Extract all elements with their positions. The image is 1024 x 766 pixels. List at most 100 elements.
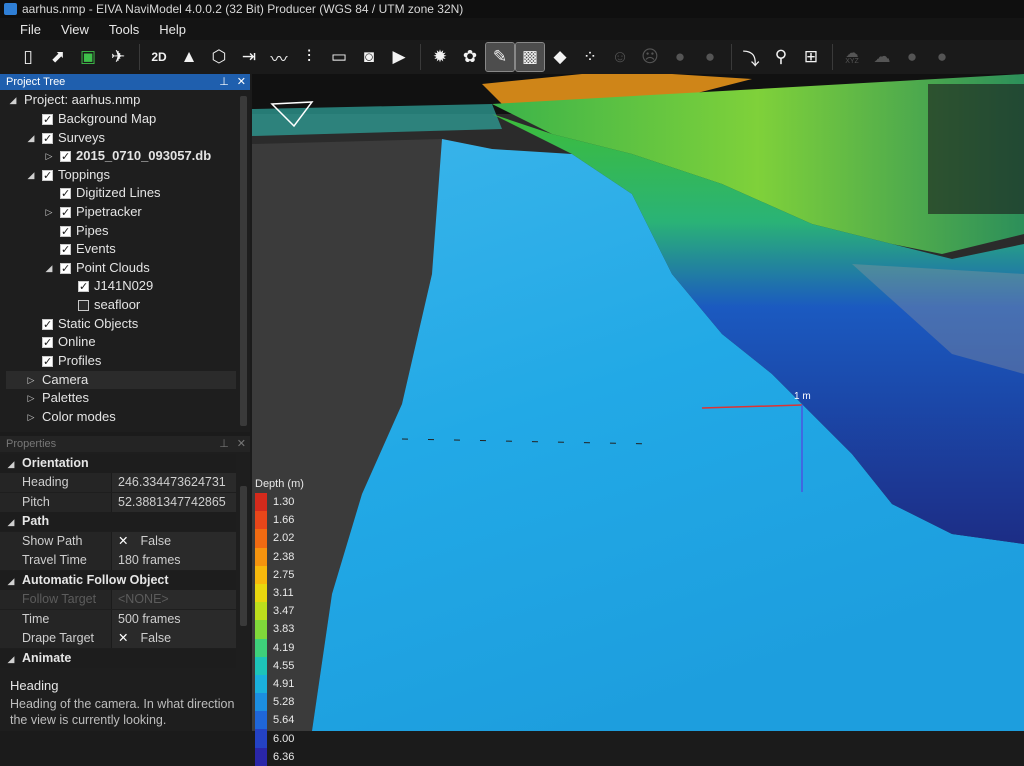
close-icon[interactable]: ✕ (237, 438, 246, 450)
expand-arrow-icon[interactable]: ◢ (44, 259, 54, 277)
properties-scrollbar[interactable] (240, 486, 247, 626)
menu-file[interactable]: File (0, 22, 51, 37)
north-arrow-icon[interactable]: ▲ (175, 43, 203, 71)
property-drape-target[interactable]: Drape Target ✕ False (0, 629, 236, 648)
checkbox[interactable] (60, 223, 71, 241)
property-value[interactable]: ✕ False (112, 629, 236, 648)
brush-icon[interactable]: ✎ (485, 42, 515, 72)
checkbox[interactable] (60, 260, 71, 278)
palette-icon[interactable]: ✿ (456, 43, 484, 71)
add-frame-icon[interactable]: ⊞ (797, 43, 825, 71)
expand-arrow-icon[interactable]: ◢ (6, 650, 16, 669)
camera-icon[interactable]: ◙ (355, 43, 383, 71)
save-icon[interactable]: ▣ (74, 43, 102, 71)
import-icon[interactable]: ⇥ (235, 43, 263, 71)
face-sad-icon[interactable]: ☹ (636, 43, 664, 71)
cloud-xyz-icon[interactable]: ☁ XYZ (838, 43, 866, 71)
tree-item-camera[interactable]: ▷ Camera (6, 371, 236, 389)
collapse-arrow-icon[interactable]: ▷ (26, 371, 36, 389)
drop-icon[interactable]: ◆ (546, 43, 574, 71)
checkbox[interactable] (42, 111, 53, 129)
category-orientation[interactable]: ◢ Orientation (0, 454, 236, 473)
property-value[interactable]: 246.334473624731 (112, 473, 236, 492)
tree-item-pipes[interactable]: Pipes (60, 222, 109, 241)
tree-item-online[interactable]: Online (42, 333, 96, 352)
satellite-icon[interactable]: ✈ (104, 43, 132, 71)
dot-plus-2-icon[interactable]: ● (898, 43, 926, 71)
checkbox[interactable] (78, 278, 89, 296)
face-icon[interactable]: ☺ (606, 43, 634, 71)
property-value[interactable]: 180 frames (112, 551, 236, 570)
checkbox[interactable] (60, 185, 71, 203)
tree-item-toppings[interactable]: ◢ Toppings (26, 166, 111, 185)
checkbox[interactable] (60, 241, 71, 259)
checkbox[interactable] (42, 316, 53, 334)
property-heading[interactable]: Heading 246.334473624731 (0, 473, 236, 492)
property-value[interactable]: 52.3881347742865 (112, 493, 236, 512)
tree-item-background-map[interactable]: Background Map (42, 110, 156, 129)
checkbox[interactable] (42, 353, 53, 371)
tree-item-project[interactable]: ◢ Project: aarhus.nmp (8, 91, 141, 109)
new-file-icon[interactable]: ▯ (14, 43, 42, 71)
pin-icon[interactable]: ⚲ (767, 43, 795, 71)
gradient-icon[interactable]: ▩ (515, 42, 545, 72)
tree-item-surveys[interactable]: ◢ Surveys (26, 129, 105, 148)
menu-help[interactable]: Help (149, 22, 196, 37)
property-value[interactable]: ✕ False (112, 532, 236, 551)
checkbox[interactable] (42, 130, 53, 148)
category-path[interactable]: ◢ Path (0, 512, 236, 531)
expand-arrow-icon[interactable]: ◢ (6, 513, 16, 532)
3d-viewport[interactable] (252, 74, 1024, 731)
tree-item-j141n029[interactable]: J141N029 (78, 277, 153, 296)
collapse-arrow-icon[interactable]: ▷ (26, 408, 36, 426)
tree-item-seafloor[interactable]: seafloor (78, 296, 140, 314)
pin-panel-icon[interactable]: ⊥ (219, 438, 229, 450)
dot-minus-2-icon[interactable]: ● (928, 43, 956, 71)
tree-item-palettes[interactable]: ▷ Palettes (26, 389, 89, 407)
checkbox[interactable] (78, 299, 89, 311)
dot-minus-icon[interactable]: ● (696, 43, 724, 71)
tree-item-color-modes[interactable]: ▷ Color modes (26, 408, 116, 426)
property-pitch[interactable]: Pitch 52.3881347742865 (0, 493, 236, 512)
property-time[interactable]: Time 500 frames (0, 610, 236, 629)
points-icon[interactable]: ⁘ (576, 43, 604, 71)
video-icon[interactable]: ▶ (385, 43, 413, 71)
route-icon[interactable]: ⤵ (737, 43, 765, 71)
tree-item-pipetracker[interactable]: ▷ Pipetracker (44, 203, 142, 222)
tree-scrollbar[interactable] (240, 96, 247, 426)
2d-view-button[interactable]: 2D (145, 43, 173, 71)
category-follow-object[interactable]: ◢ Automatic Follow Object (0, 571, 236, 590)
wave-icon[interactable]: 〰 (265, 43, 293, 71)
tree-item-point-clouds[interactable]: ◢ Point Clouds (44, 259, 150, 278)
light-icon[interactable]: ✹ (426, 43, 454, 71)
ruler-icon[interactable]: ▭ (325, 43, 353, 71)
pin-panel-icon[interactable]: ⊥ (219, 76, 229, 88)
cloud-icon[interactable]: ☁ (868, 43, 896, 71)
collapse-arrow-icon[interactable]: ▷ (26, 389, 36, 407)
expand-arrow-icon[interactable]: ◢ (6, 455, 16, 474)
tree-item-static-objects[interactable]: Static Objects (42, 315, 138, 334)
property-show-path[interactable]: Show Path ✕ False (0, 532, 236, 551)
checkbox[interactable] (42, 167, 53, 185)
tree-item-profiles[interactable]: Profiles (42, 352, 101, 371)
expand-arrow-icon[interactable]: ◢ (6, 572, 16, 591)
collapse-arrow-icon[interactable]: ▷ (44, 203, 54, 221)
tree-item-survey-db[interactable]: ▷ 2015_0710_093057.db (44, 147, 212, 166)
expand-arrow-icon[interactable]: ◢ (26, 129, 36, 147)
open-file-icon[interactable]: ⬈ (44, 43, 72, 71)
checkbox[interactable] (42, 334, 53, 352)
tree-item-digitized-lines[interactable]: Digitized Lines (60, 184, 161, 203)
tree-item-events[interactable]: Events (60, 240, 116, 259)
close-icon[interactable]: ✕ (237, 76, 246, 88)
expand-arrow-icon[interactable]: ◢ (8, 91, 18, 109)
collapse-arrow-icon[interactable]: ▷ (44, 147, 54, 165)
menu-view[interactable]: View (51, 22, 99, 37)
dot-plus-icon[interactable]: ● (666, 43, 694, 71)
category-animate[interactable]: ◢ Animate (0, 649, 236, 668)
property-travel-time[interactable]: Travel Time 180 frames (0, 551, 236, 570)
menu-tools[interactable]: Tools (99, 22, 149, 37)
histogram-icon[interactable]: ⫶ (295, 43, 323, 71)
checkbox[interactable] (60, 204, 71, 222)
3d-cube-icon[interactable]: ⬡ (205, 43, 233, 71)
checkbox[interactable] (60, 148, 71, 166)
